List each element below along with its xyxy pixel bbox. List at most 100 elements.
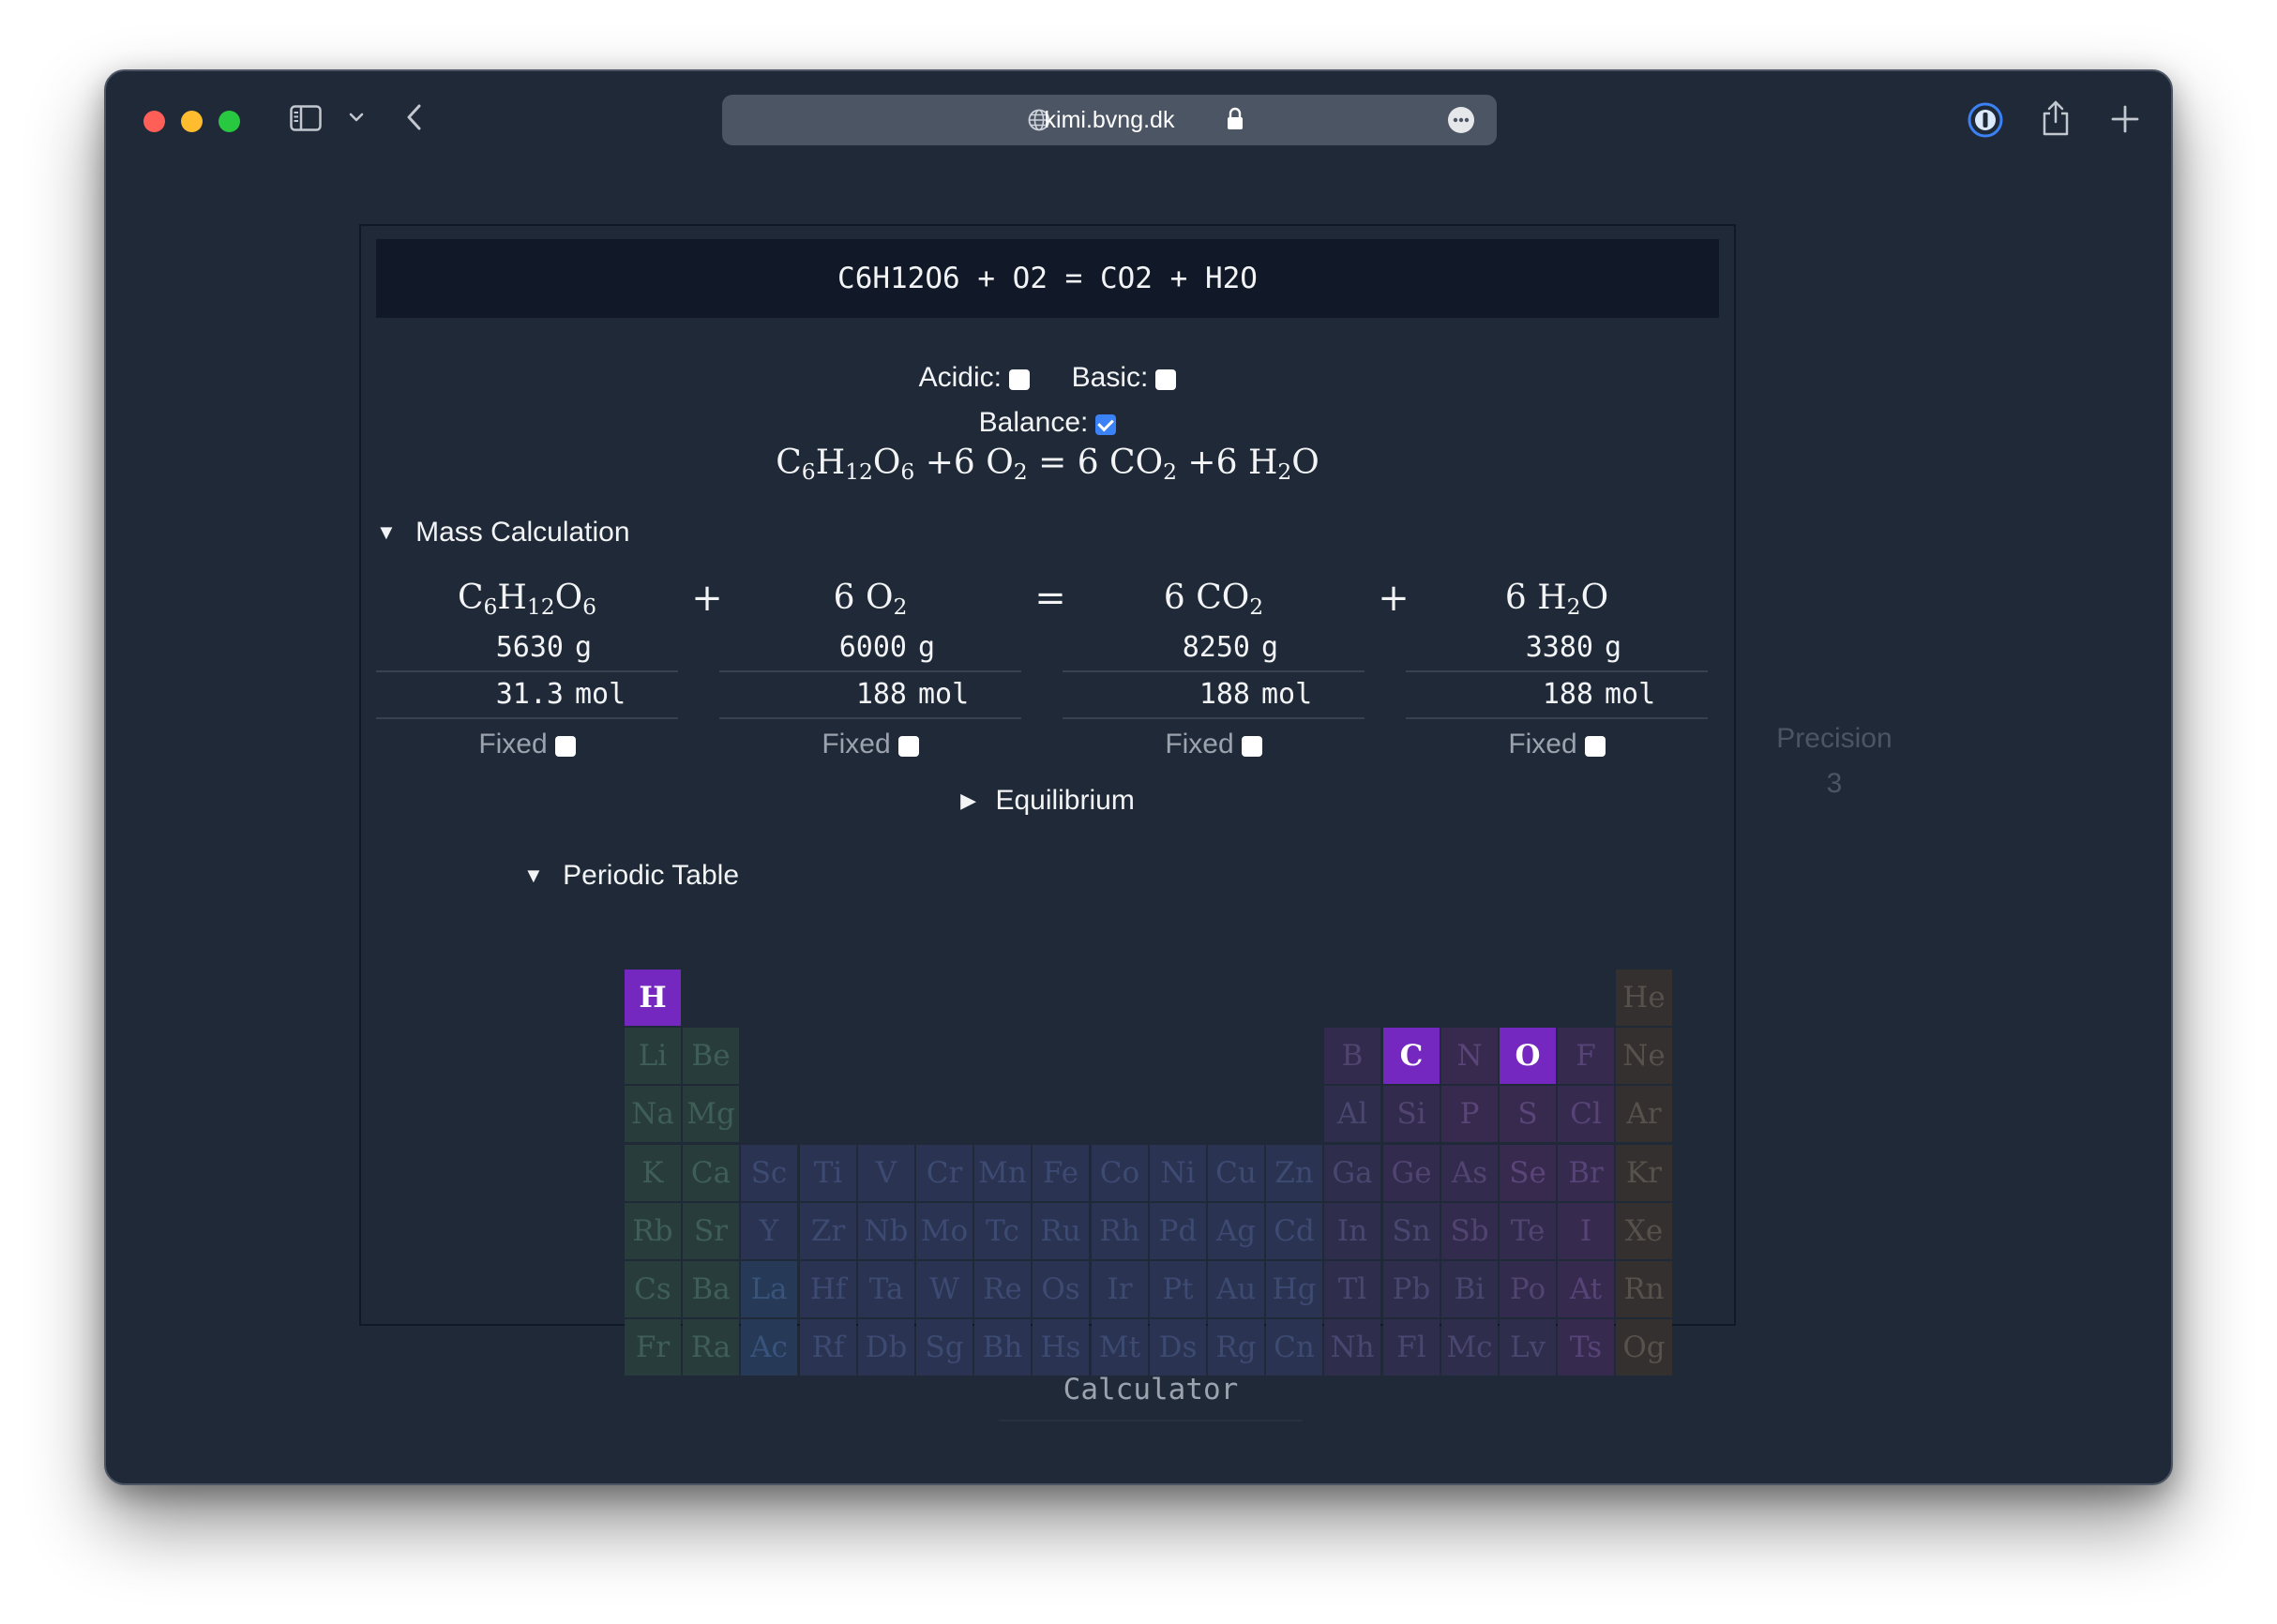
element-zr[interactable]: Zr (800, 1203, 856, 1259)
element-sc[interactable]: Sc (741, 1145, 797, 1201)
element-be[interactable]: Be (683, 1028, 739, 1084)
element-fr[interactable]: Fr (625, 1319, 681, 1376)
element-og[interactable]: Og (1616, 1319, 1672, 1376)
element-nh[interactable]: Nh (1324, 1319, 1380, 1376)
element-he[interactable]: He (1616, 970, 1672, 1026)
fixed-checkbox[interactable] (1584, 736, 1606, 757)
back-arrow-icon[interactable] (402, 101, 427, 133)
element-re[interactable]: Re (974, 1261, 1031, 1317)
password-manager-icon[interactable] (1967, 101, 2004, 139)
element-n[interactable]: N (1441, 1028, 1498, 1084)
element-sr[interactable]: Sr (683, 1203, 739, 1259)
element-ba[interactable]: Ba (683, 1261, 739, 1317)
element-sn[interactable]: Sn (1383, 1203, 1440, 1259)
element-pb[interactable]: Pb (1383, 1261, 1440, 1317)
close-window-button[interactable] (143, 111, 165, 132)
element-f[interactable]: F (1558, 1028, 1614, 1084)
minimize-window-button[interactable] (181, 111, 203, 132)
element-tc[interactable]: Tc (974, 1203, 1031, 1259)
element-ne[interactable]: Ne (1616, 1028, 1672, 1084)
mass-field[interactable]: 6000 g (719, 625, 1021, 672)
sidebar-toggle-icon[interactable] (290, 105, 322, 131)
element-in[interactable]: In (1324, 1203, 1380, 1259)
element-po[interactable]: Po (1500, 1261, 1556, 1317)
moles-field[interactable]: 188 mol (719, 672, 1021, 719)
element-rb[interactable]: Rb (625, 1203, 681, 1259)
element-lv[interactable]: Lv (1500, 1319, 1556, 1376)
element-c[interactable]: C (1383, 1028, 1440, 1084)
element-w[interactable]: W (916, 1261, 973, 1317)
mass-calculation-toggle[interactable]: Mass Calculation (376, 517, 629, 549)
element-p[interactable]: P (1441, 1086, 1498, 1142)
element-nb[interactable]: Nb (858, 1203, 914, 1259)
element-ts[interactable]: Ts (1558, 1319, 1614, 1376)
element-cr[interactable]: Cr (916, 1145, 973, 1201)
element-mn[interactable]: Mn (974, 1145, 1031, 1201)
element-mc[interactable]: Mc (1441, 1319, 1498, 1376)
element-kr[interactable]: Kr (1616, 1145, 1672, 1201)
equilibrium-toggle[interactable]: Equilibrium (361, 785, 1734, 817)
element-k[interactable]: K (625, 1145, 681, 1201)
element-b[interactable]: B (1324, 1028, 1380, 1084)
element-rn[interactable]: Rn (1616, 1261, 1672, 1317)
element-li[interactable]: Li (625, 1028, 681, 1084)
mass-field[interactable]: 3380 g (1406, 625, 1708, 672)
element-h[interactable]: H (625, 970, 681, 1026)
element-pt[interactable]: Pt (1150, 1261, 1206, 1317)
element-sg[interactable]: Sg (916, 1319, 973, 1376)
element-se[interactable]: Se (1500, 1145, 1556, 1201)
element-i[interactable]: I (1558, 1203, 1614, 1259)
element-cd[interactable]: Cd (1266, 1203, 1322, 1259)
element-te[interactable]: Te (1500, 1203, 1556, 1259)
more-options-icon[interactable] (1447, 106, 1475, 134)
element-co[interactable]: Co (1092, 1145, 1148, 1201)
balance-checkbox[interactable] (1095, 414, 1117, 435)
moles-field[interactable]: 188 mol (1063, 672, 1365, 719)
element-ru[interactable]: Ru (1033, 1203, 1089, 1259)
element-hf[interactable]: Hf (800, 1261, 856, 1317)
moles-field[interactable]: 188 mol (1406, 672, 1708, 719)
element-bi[interactable]: Bi (1441, 1261, 1498, 1317)
element-v[interactable]: V (858, 1145, 914, 1201)
mass-field[interactable]: 5630 g (376, 625, 678, 672)
element-o[interactable]: O (1500, 1028, 1556, 1084)
element-hg[interactable]: Hg (1266, 1261, 1322, 1317)
element-zn[interactable]: Zn (1266, 1145, 1322, 1201)
element-xe[interactable]: Xe (1616, 1203, 1672, 1259)
element-rf[interactable]: Rf (800, 1319, 856, 1376)
element-mg[interactable]: Mg (683, 1086, 739, 1142)
element-fe[interactable]: Fe (1033, 1145, 1089, 1201)
fixed-checkbox[interactable] (554, 736, 576, 757)
element-ar[interactable]: Ar (1616, 1086, 1672, 1142)
element-ni[interactable]: Ni (1150, 1145, 1206, 1201)
moles-field[interactable]: 31.3 mol (376, 672, 678, 719)
element-na[interactable]: Na (625, 1086, 681, 1142)
element-s[interactable]: S (1500, 1086, 1556, 1142)
element-ge[interactable]: Ge (1383, 1145, 1440, 1201)
equation-input[interactable]: C6H12O6 + O2 = CO2 + H2O (376, 239, 1719, 318)
element-sb[interactable]: Sb (1441, 1203, 1498, 1259)
acidic-checkbox[interactable] (1008, 369, 1030, 390)
element-ti[interactable]: Ti (800, 1145, 856, 1201)
element-cs[interactable]: Cs (625, 1261, 681, 1317)
address-bar[interactable]: kimi.bvng.dk (722, 95, 1497, 145)
element-as[interactable]: As (1441, 1145, 1498, 1201)
element-ir[interactable]: Ir (1092, 1261, 1148, 1317)
mass-field[interactable]: 8250 g (1063, 625, 1365, 672)
element-db[interactable]: Db (858, 1319, 914, 1376)
calculator-button[interactable]: Calculator (999, 1360, 1303, 1421)
element-pd[interactable]: Pd (1150, 1203, 1206, 1259)
element-ra[interactable]: Ra (683, 1319, 739, 1376)
element-tl[interactable]: Tl (1324, 1261, 1380, 1317)
element-au[interactable]: Au (1208, 1261, 1264, 1317)
element-cl[interactable]: Cl (1558, 1086, 1614, 1142)
fixed-checkbox[interactable] (897, 736, 919, 757)
element-mo[interactable]: Mo (916, 1203, 973, 1259)
periodic-table-toggle[interactable]: Periodic Table (523, 860, 739, 892)
element-ga[interactable]: Ga (1324, 1145, 1380, 1201)
element-ca[interactable]: Ca (683, 1145, 739, 1201)
precision-setting[interactable]: Precision 3 (1764, 716, 1905, 806)
element-fl[interactable]: Fl (1383, 1319, 1440, 1376)
element-y[interactable]: Y (741, 1203, 797, 1259)
element-si[interactable]: Si (1383, 1086, 1440, 1142)
